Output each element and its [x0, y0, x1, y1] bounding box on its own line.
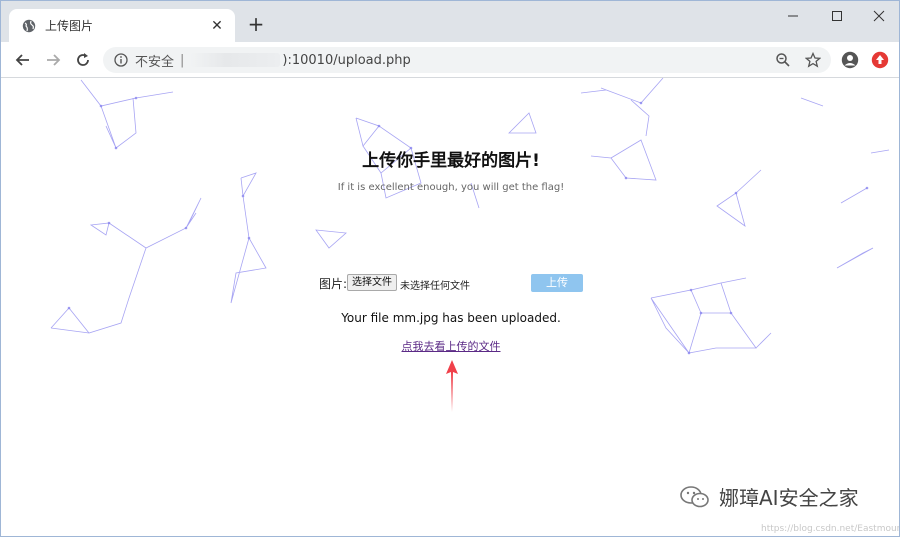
title-bar: 上传图片 ✕ +: [1, 1, 899, 42]
page-content: 上传你手里最好的图片! If it is excellent enough, y…: [1, 78, 900, 536]
info-icon[interactable]: [113, 52, 129, 68]
toolbar: 不安全 | ):10010/upload.php: [1, 42, 899, 78]
no-file-text: 未选择任何文件: [400, 281, 470, 292]
window-close-icon[interactable]: [857, 1, 899, 31]
extension-icon[interactable]: [871, 51, 889, 69]
choose-file-button[interactable]: 选择文件: [347, 274, 397, 291]
plus-icon[interactable]: +: [245, 12, 267, 36]
file-label: 图片:: [319, 277, 348, 291]
globe-icon: [21, 18, 37, 34]
page-title: 上传你手里最好的图片!: [362, 151, 540, 171]
upload-button[interactable]: 上传: [531, 274, 583, 292]
account-icon[interactable]: [841, 51, 859, 69]
zoom-icon[interactable]: [774, 51, 792, 69]
watermark-url: https://blog.csdn.net/Eastmount: [761, 524, 900, 534]
upload-status-message: Your file mm.jpg has been uploaded.: [341, 311, 561, 325]
wechat-icon: [680, 485, 709, 507]
minimize-icon[interactable]: [771, 1, 815, 31]
security-label: 不安全: [135, 54, 175, 70]
address-separator: |: [180, 52, 185, 68]
maximize-icon[interactable]: [815, 1, 859, 31]
tab-upload[interactable]: 上传图片 ✕: [9, 9, 235, 42]
back-icon[interactable]: [11, 48, 35, 72]
arrow-up-icon: [446, 360, 458, 412]
star-icon[interactable]: [804, 51, 822, 69]
watermark-text: 娜璋AI安全之家: [719, 486, 859, 510]
watermark: 娜璋AI安全之家: [679, 482, 859, 511]
page-subtitle: If it is excellent enough, you will get …: [337, 182, 565, 193]
redacted-host: [190, 53, 281, 67]
forward-icon[interactable]: [41, 48, 65, 72]
address-bar[interactable]: 不安全 | ):10010/upload.php: [103, 47, 831, 73]
reload-icon[interactable]: [71, 48, 95, 72]
view-uploaded-file-link[interactable]: 点我去看上传的文件: [402, 340, 501, 353]
close-icon[interactable]: ✕: [209, 18, 225, 34]
url-text: ):10010/upload.php: [282, 52, 411, 68]
browser-window: 上传图片 ✕ + 不安全 | ):10010/upload.php 上传你手里最…: [0, 0, 900, 537]
tab-title: 上传图片: [45, 19, 94, 33]
